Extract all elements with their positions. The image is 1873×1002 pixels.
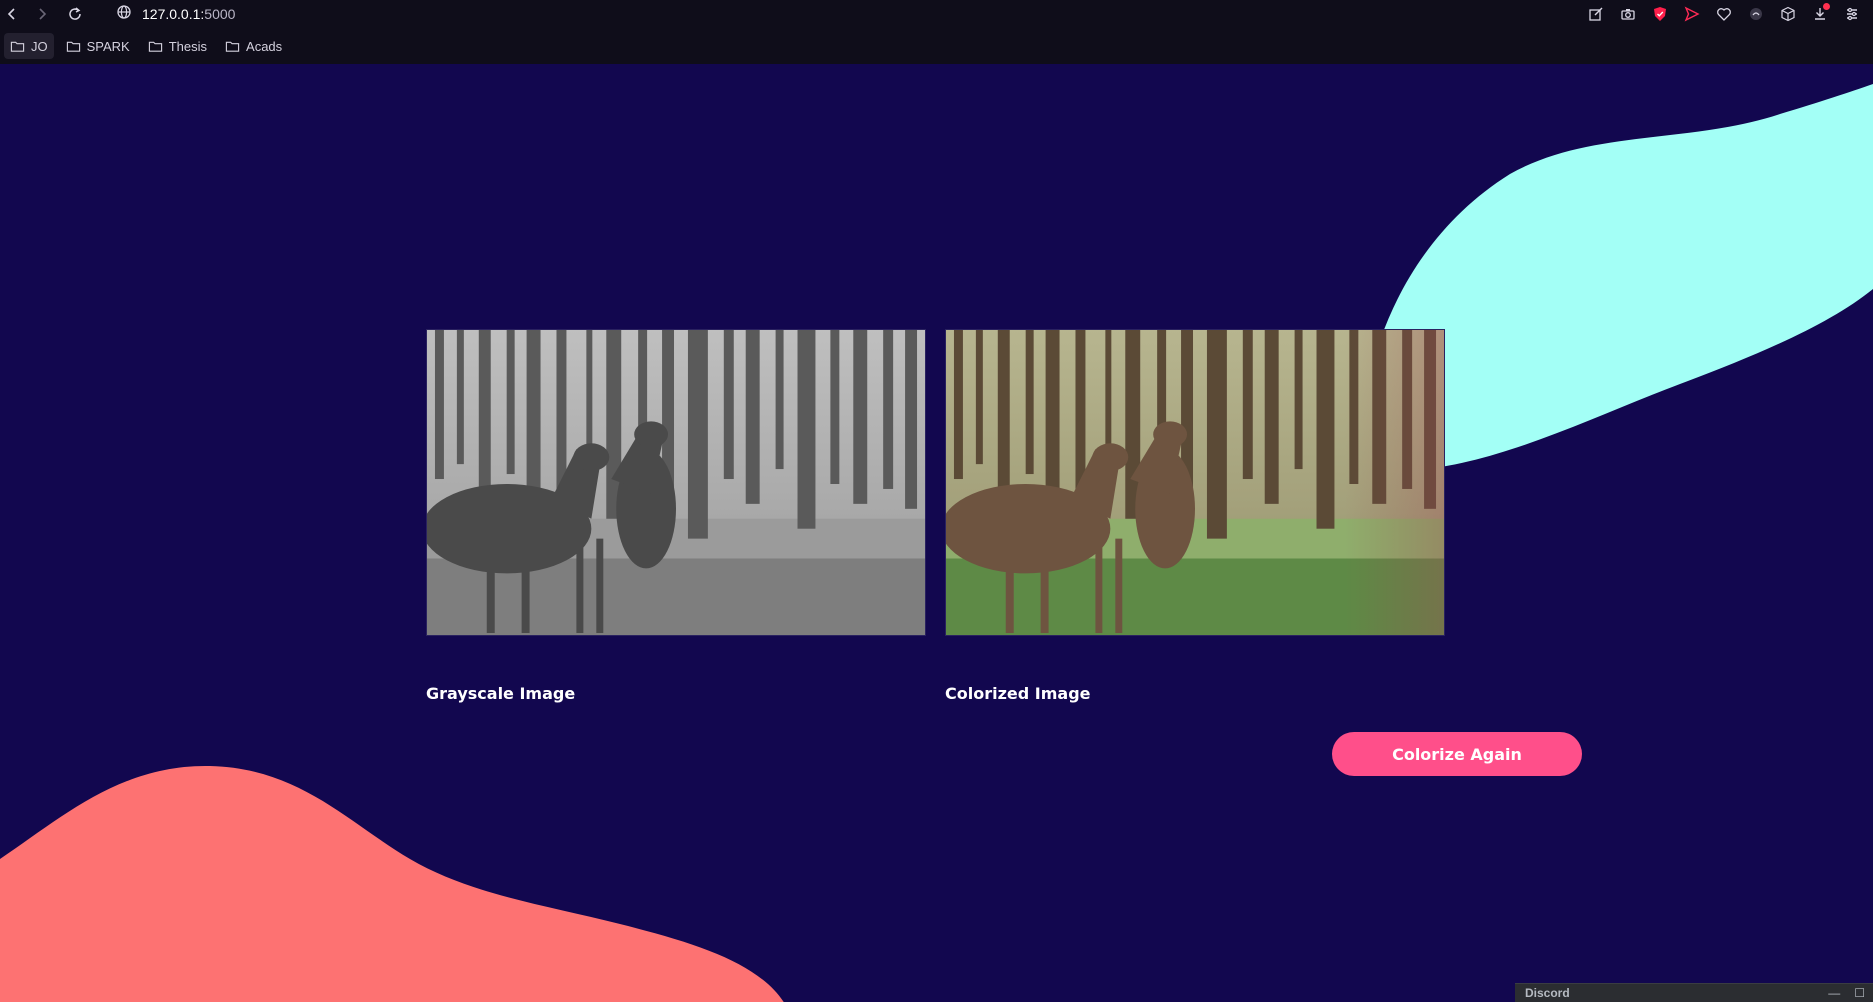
bookmark-label: Acads — [246, 38, 283, 54]
toolbar-icons — [1585, 0, 1863, 28]
heart-icon[interactable] — [1713, 3, 1735, 25]
url-host: 127.0.0.1: — [142, 6, 205, 22]
bookmark-label: JO — [31, 38, 48, 54]
bookmark-folder-acads[interactable]: Acads — [219, 33, 288, 59]
camera-icon[interactable] — [1617, 3, 1639, 25]
back-icon[interactable] — [2, 4, 22, 24]
bookmark-label: SPARK — [86, 38, 130, 54]
folder-icon — [66, 41, 80, 52]
url-text[interactable]: 127.0.0.1:5000 — [142, 6, 235, 22]
colorized-caption: Colorized Image — [945, 684, 1091, 703]
notification-dot — [1823, 3, 1830, 10]
maximize-icon[interactable]: ☐ — [1854, 986, 1865, 1000]
colorized-image — [945, 329, 1445, 636]
box-icon[interactable] — [1777, 3, 1799, 25]
bookmark-folder-thesis[interactable]: Thesis — [142, 33, 213, 59]
send-icon[interactable] — [1681, 3, 1703, 25]
bookmark-folder-spark[interactable]: SPARK — [60, 33, 136, 59]
folder-icon — [10, 41, 25, 52]
grayscale-image — [426, 329, 926, 636]
page-content: Grayscale Image Colorized Image Colorize… — [0, 64, 1873, 1002]
bookmark-folder-jo[interactable]: JO — [4, 33, 54, 59]
extension-icon[interactable] — [1745, 3, 1767, 25]
site-info-icon[interactable] — [116, 4, 132, 25]
grayscale-caption: Grayscale Image — [426, 684, 576, 703]
download-icon[interactable] — [1809, 3, 1831, 25]
menu-icon[interactable] — [1841, 3, 1863, 25]
browser-chrome: 127.0.0.1:5000 JO SPARK Thesis Acads — [0, 0, 1873, 64]
folder-icon — [148, 41, 162, 52]
minimize-icon[interactable]: — — [1828, 986, 1840, 1000]
url-port: 5000 — [204, 6, 236, 22]
forward-icon[interactable] — [32, 4, 52, 24]
discord-mini-window[interactable]: Discord — ☐ — [1515, 983, 1873, 1002]
window-controls: — ☐ — [1828, 986, 1865, 1000]
bookmark-label: Thesis — [168, 38, 208, 54]
colorize-again-button[interactable]: Colorize Again — [1332, 732, 1582, 776]
decorative-blob-coral — [0, 765, 784, 1002]
reload-icon[interactable] — [65, 4, 85, 24]
discord-title: Discord — [1525, 986, 1570, 1000]
browser-toolbar: 127.0.0.1:5000 — [0, 0, 1873, 28]
folder-icon — [225, 41, 240, 52]
bookmarks-bar: JO SPARK Thesis Acads — [0, 32, 288, 60]
edit-icon[interactable] — [1585, 3, 1607, 25]
address-bar[interactable]: 127.0.0.1:5000 — [116, 0, 235, 28]
shield-icon[interactable] — [1649, 3, 1671, 25]
